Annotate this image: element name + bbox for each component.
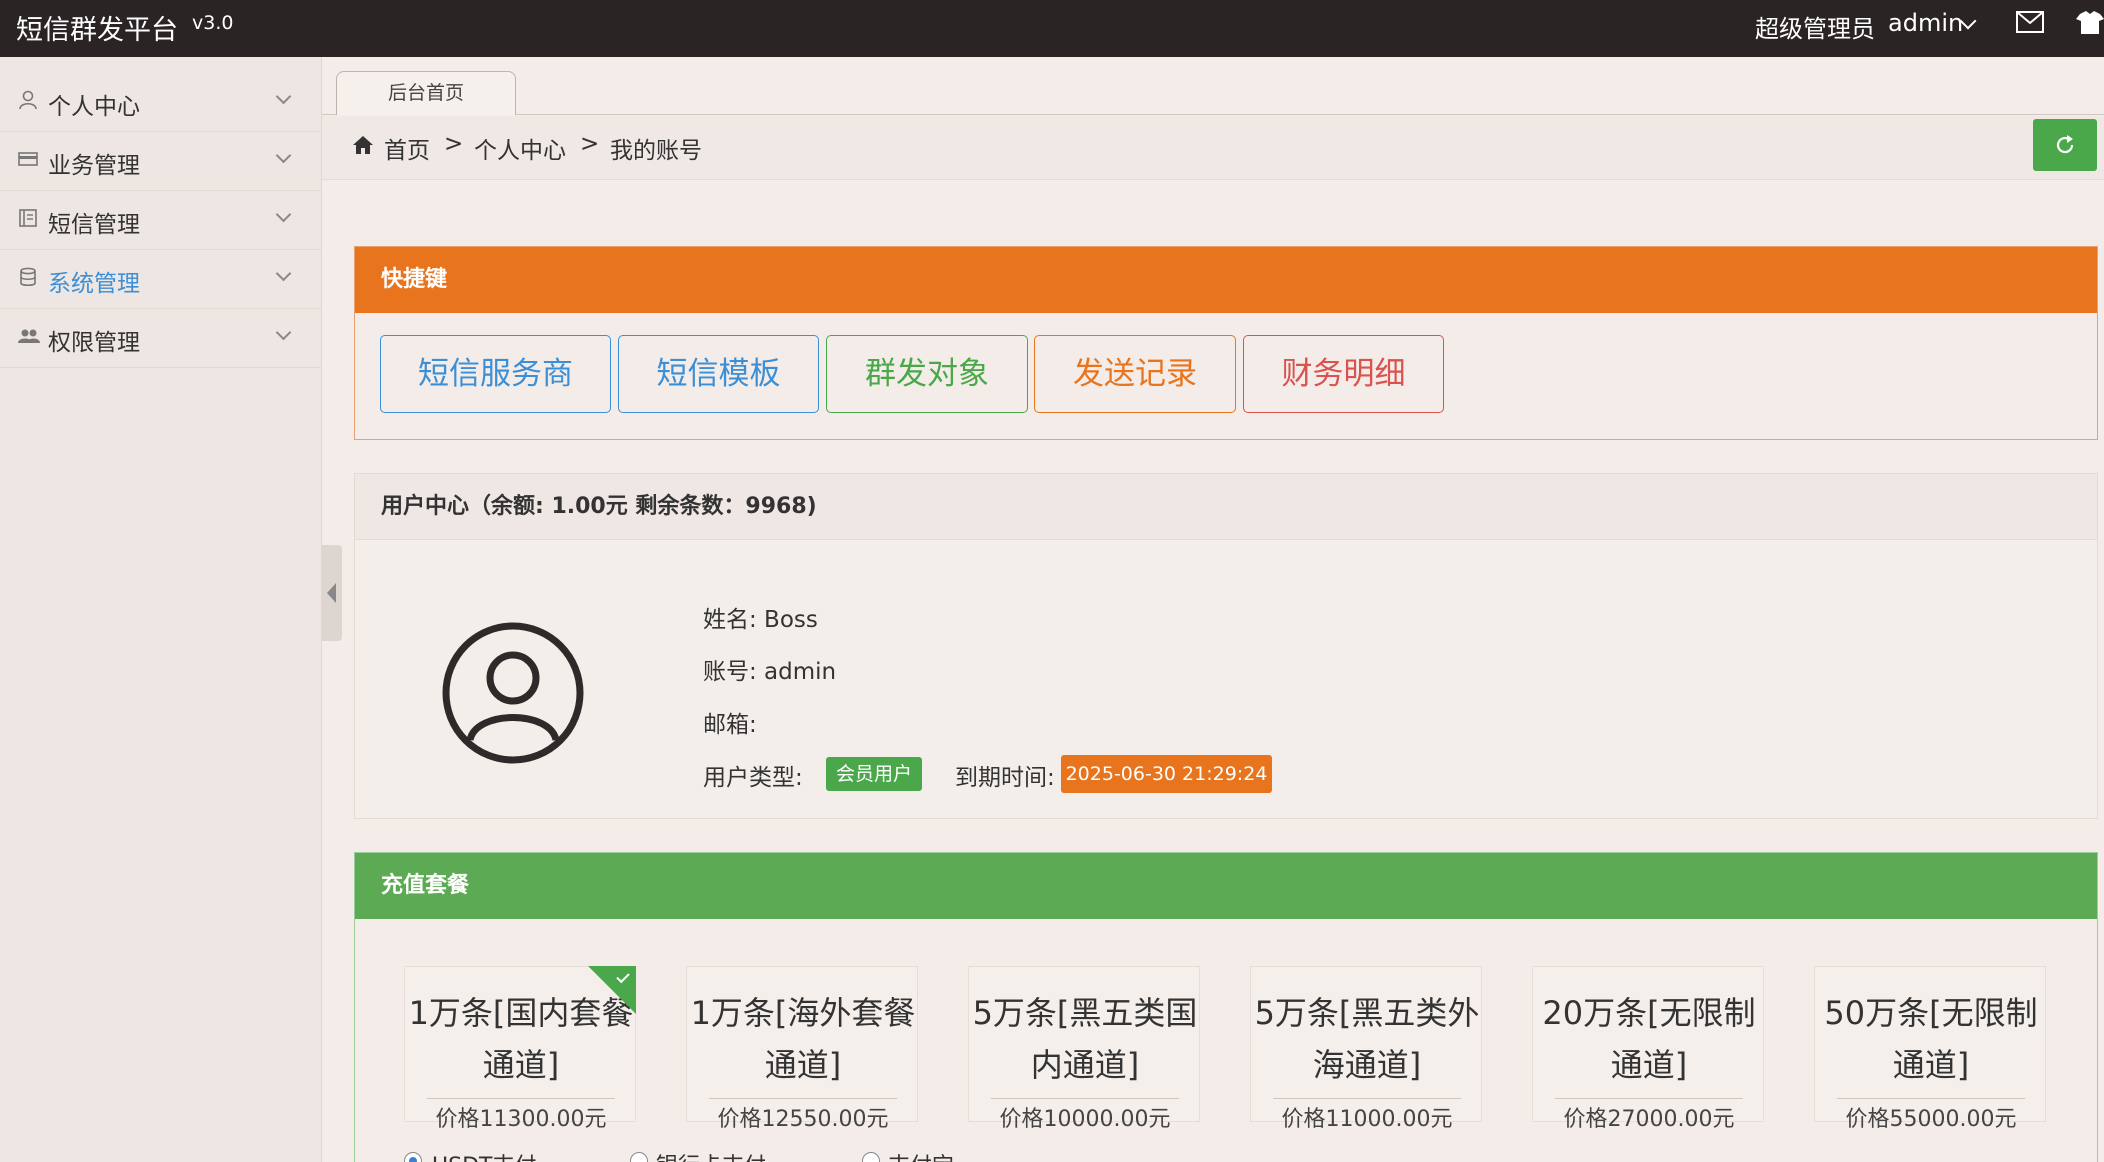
package-price: 价格12550.00元: [717, 1107, 889, 1132]
package-price: 价格55000.00元: [1845, 1107, 2017, 1132]
top-navbar: 短信群发平台 v3.0 超级管理员 admin: [0, 0, 2104, 57]
package-card[interactable]: 1万条[国内套餐 通道] 价格11300.00元: [404, 966, 636, 1132]
refresh-button[interactable]: [2033, 119, 2097, 171]
user-name: 姓名: Boss: [703, 607, 818, 633]
send-records-button[interactable]: 发送记录: [1034, 335, 1236, 413]
panel-title: 快捷键: [355, 247, 2097, 313]
breadcrumb-home[interactable]: 首页: [384, 131, 430, 165]
package-name: 5万条[黑五类外 海通道]: [1251, 987, 1483, 1091]
sidebar-item-permissions[interactable]: 权限管理: [0, 309, 322, 368]
package-name-line2: 通道]: [482, 1046, 560, 1084]
breadcrumb-separator: >: [580, 131, 600, 157]
pay-usdt-label: USDT支付: [432, 1148, 536, 1162]
package-price: 价格11000.00元: [1281, 1107, 1453, 1132]
chevron-left-icon: [327, 583, 336, 603]
breadcrumb-separator: >: [444, 131, 464, 157]
expire-badge: 2025-06-30 21:29:24: [1061, 755, 1272, 793]
chevron-down-icon: [275, 265, 292, 282]
pay-alipay-label: 支付宝: [888, 1148, 954, 1162]
chevron-down-icon: [275, 147, 292, 164]
package-name-line1: 50万条[无限制: [1824, 994, 2038, 1032]
package-name: 50万条[无限制 通道]: [1815, 987, 2047, 1091]
package-name: 5万条[黑五类国 内通道]: [969, 987, 1201, 1091]
tab-bar: [322, 57, 2104, 115]
pay-bank-label: 银行卡支付: [656, 1148, 766, 1162]
user-type-label: 用户类型:: [703, 765, 803, 791]
user-email: 邮箱:: [703, 712, 757, 738]
panel-title: 用户中心（余额: 1.00元 剩余条数：9968): [355, 474, 2097, 540]
tab-home[interactable]: 后台首页: [336, 71, 516, 115]
package-name-line2: 海通道]: [1312, 1046, 1422, 1084]
sidebar-collapse-toggle[interactable]: [322, 545, 342, 641]
divider: [1837, 1098, 2025, 1099]
user-account: 账号: admin: [703, 659, 837, 685]
users-icon: [18, 326, 40, 348]
chevron-down-icon: [275, 88, 292, 105]
package-card[interactable]: 1万条[海外套餐 通道] 价格12550.00元: [686, 966, 919, 1132]
sidebar-item-system[interactable]: 系统管理: [0, 250, 322, 309]
user-circle-icon: [442, 622, 584, 764]
package-card[interactable]: 5万条[黑五类国 内通道] 价格10000.00元: [968, 966, 1201, 1132]
divider: [1555, 1098, 1743, 1099]
sidebar-item-label: 权限管理: [48, 330, 140, 356]
package-name-line2: 通道]: [764, 1046, 842, 1084]
chevron-down-icon: [275, 206, 292, 223]
package-name-line2: 内通道]: [1030, 1046, 1140, 1084]
user-menu[interactable]: admin: [1888, 9, 1963, 37]
sidebar-item-business[interactable]: 业务管理: [0, 132, 322, 191]
package-name-line2: 通道]: [1610, 1046, 1688, 1084]
package-card[interactable]: 50万条[无限制 通道] 价格55000.00元: [1814, 966, 2047, 1132]
shirt-icon[interactable]: [2076, 10, 2104, 41]
package-name-line1: 5万条[黑五类外: [1254, 994, 1480, 1032]
sms-provider-button[interactable]: 短信服务商: [380, 335, 611, 413]
sidebar-item-label: 短信管理: [48, 212, 140, 238]
recipients-button[interactable]: 群发对象: [826, 335, 1028, 413]
chevron-down-icon: [275, 324, 292, 341]
book-icon: [18, 208, 38, 230]
divider: [991, 1098, 1179, 1099]
finance-details-button[interactable]: 财务明细: [1243, 335, 1444, 413]
panel-title: 充值套餐: [355, 853, 2097, 919]
sidebar-item-sms[interactable]: 短信管理: [0, 191, 322, 250]
avatar: [442, 622, 584, 764]
package-name-line1: 20万条[无限制: [1542, 994, 1756, 1032]
expire-label: 到期时间:: [955, 765, 1055, 791]
app-title: 短信群发平台: [16, 15, 178, 46]
mail-icon[interactable]: [2016, 10, 2044, 40]
package-name-line1: 5万条[黑五类国: [972, 994, 1198, 1032]
sidebar-item-label: 个人中心: [48, 94, 140, 120]
divider: [709, 1098, 897, 1099]
database-icon: [18, 267, 38, 289]
home-icon: [352, 135, 374, 155]
divider: [427, 1098, 615, 1099]
package-price: 价格11300.00元: [435, 1107, 607, 1132]
package-name-line1: 1万条[海外套餐: [690, 994, 916, 1032]
package-name-line2: 通道]: [1892, 1046, 1970, 1084]
card-icon: [18, 149, 38, 171]
app-version: v3.0: [192, 12, 234, 34]
divider: [1273, 1098, 1461, 1099]
refresh-icon: [2056, 135, 2074, 154]
user-role: 超级管理员: [1755, 15, 1875, 43]
sms-template-button[interactable]: 短信模板: [618, 335, 819, 413]
package-price: 价格27000.00元: [1563, 1107, 1735, 1132]
package-name: 1万条[海外套餐 通道]: [687, 987, 919, 1091]
breadcrumb-profile[interactable]: 个人中心: [474, 131, 566, 165]
sidebar-item-profile[interactable]: 个人中心: [0, 73, 322, 132]
sidebar-item-label: 系统管理: [48, 271, 140, 297]
breadcrumb-current: 我的账号: [610, 138, 702, 164]
sidebar-item-label: 业务管理: [48, 153, 140, 179]
package-card[interactable]: 5万条[黑五类外 海通道] 价格11000.00元: [1250, 966, 1483, 1132]
user-type-badge: 会员用户: [826, 757, 922, 791]
package-card[interactable]: 20万条[无限制 通道] 价格27000.00元: [1532, 966, 1765, 1132]
package-price: 价格10000.00元: [999, 1107, 1171, 1132]
user-icon: [18, 90, 38, 112]
package-name: 20万条[无限制 通道]: [1533, 987, 1765, 1091]
